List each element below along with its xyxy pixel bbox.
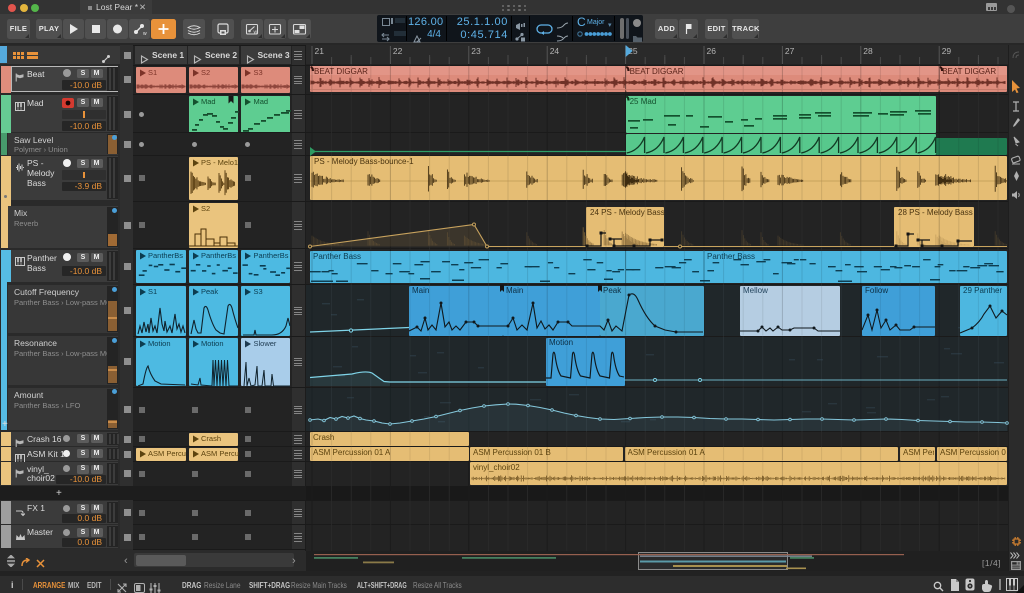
svg-text:w: w [254,30,258,36]
svg-text:w: w [143,31,147,37]
